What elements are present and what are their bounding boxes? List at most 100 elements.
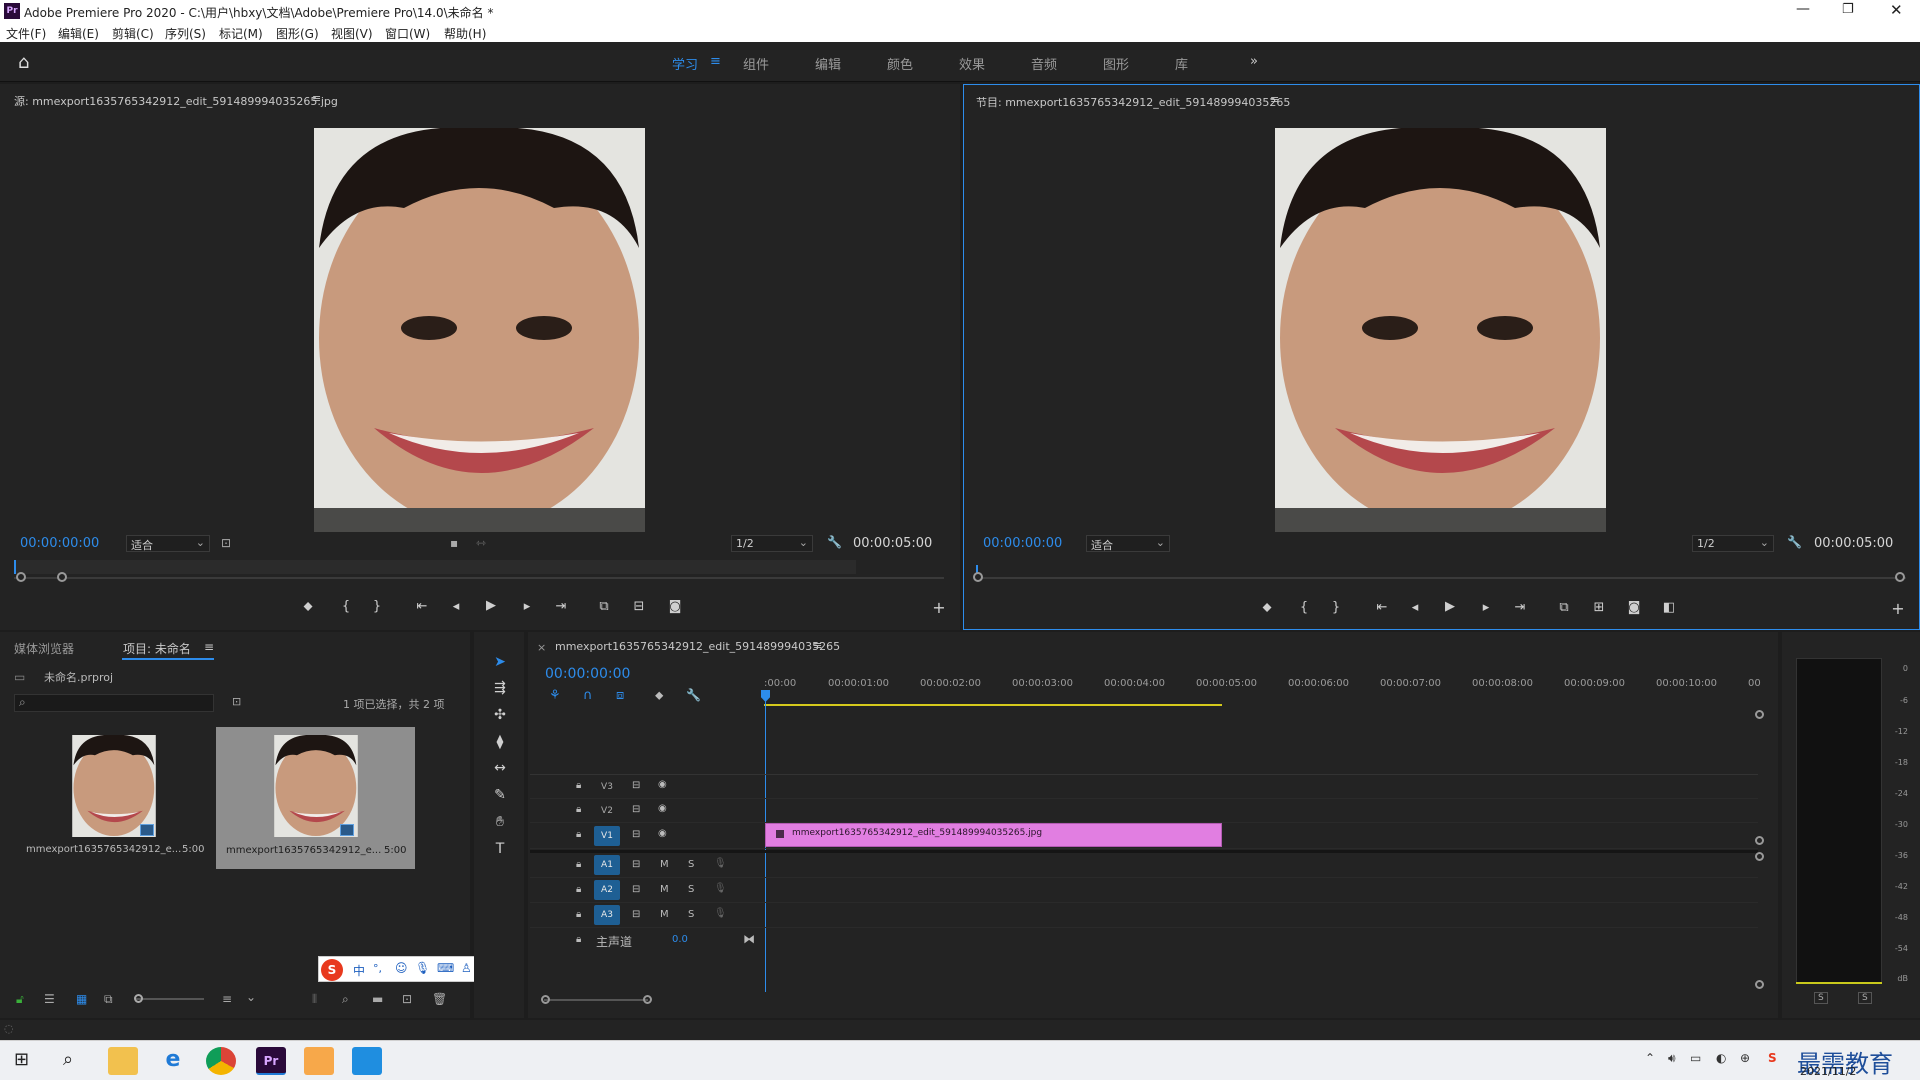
- more-workspaces-icon[interactable]: »: [1250, 54, 1258, 69]
- tab-project[interactable]: 项目: 未命名: [123, 640, 191, 657]
- mute-button[interactable]: M: [660, 909, 669, 920]
- new-bin-from-search-icon[interactable]: ⊡: [232, 695, 241, 708]
- wrench-icon[interactable]: 🔧: [827, 535, 842, 549]
- minimize-button[interactable]: —: [1796, 1, 1810, 17]
- chevron-down-icon[interactable]: ⌄: [246, 990, 256, 1004]
- menu-clip[interactable]: 剪辑(C): [112, 25, 154, 42]
- sort-icon[interactable]: ≡: [222, 992, 232, 1006]
- ripple-edit-tool-icon[interactable]: ✣: [491, 707, 509, 725]
- tray-app-icon[interactable]: ◐: [1716, 1051, 1726, 1065]
- marker-flag-icon[interactable]: ▪: [450, 536, 458, 550]
- icon-view-icon[interactable]: ▦: [76, 992, 87, 1006]
- add-marker-icon[interactable]: ⬥: [655, 688, 663, 703]
- nest-icon[interactable]: ⚘: [549, 688, 561, 703]
- workspace-tab-effects[interactable]: 效果: [959, 54, 985, 73]
- export-frame-icon[interactable]: ◙: [665, 599, 685, 614]
- close-sequence-icon[interactable]: ×: [537, 641, 546, 654]
- solo-button[interactable]: S: [1858, 992, 1872, 1004]
- mark-out-icon[interactable]: }: [367, 599, 387, 614]
- project-item-selected[interactable]: mmexport1635765342912_e... 5:00: [216, 727, 415, 869]
- project-item[interactable]: mmexport1635765342912_e... 5:00: [16, 728, 212, 868]
- h-scroll-handle-right[interactable]: [643, 995, 652, 1004]
- play-icon[interactable]: ▶: [1440, 599, 1460, 614]
- lock-icon[interactable]: 🔒︎: [576, 859, 581, 870]
- app-taskbar-icon[interactable]: [304, 1047, 334, 1075]
- premiere-taskbar-icon[interactable]: Pr: [256, 1047, 286, 1075]
- project-search-input[interactable]: ⌕: [14, 694, 214, 712]
- zoom-handle-right[interactable]: [1895, 572, 1905, 582]
- track-a1[interactable]: 🔒︎ A1 ⊟ M S 🎙︎: [530, 853, 1758, 878]
- audio-meter-bars[interactable]: [1796, 658, 1882, 984]
- edge-browser-icon[interactable]: e: [158, 1047, 188, 1075]
- volume-icon[interactable]: 🔊︎: [1668, 1051, 1676, 1066]
- drag-handle-icon[interactable]: ⇿: [476, 536, 486, 550]
- sync-lock-icon[interactable]: ⊟: [632, 829, 640, 840]
- sync-lock-icon[interactable]: ⊟: [632, 909, 640, 920]
- automate-sequence-icon[interactable]: ⫴: [312, 992, 317, 1007]
- mark-out-icon[interactable]: }: [1326, 600, 1346, 615]
- master-track[interactable]: 🔒︎ 主声道 0.0 ⧓: [530, 928, 1758, 952]
- track-label-v2[interactable]: V2: [594, 801, 620, 821]
- menu-graphics[interactable]: 图形(G): [276, 25, 319, 42]
- hand-tool-icon[interactable]: ✋︎: [491, 814, 509, 832]
- sync-lock-icon[interactable]: ⊟: [632, 804, 640, 815]
- wrench-icon[interactable]: 🔧: [1787, 535, 1802, 549]
- track-label-a2[interactable]: A2: [594, 880, 620, 900]
- microphone-icon[interactable]: 🎙︎: [714, 883, 727, 894]
- eye-icon[interactable]: ◉: [658, 779, 667, 790]
- source-playhead[interactable]: [14, 560, 16, 574]
- eye-icon[interactable]: ◉: [658, 828, 667, 839]
- lock-icon[interactable]: 🔒︎: [576, 804, 581, 815]
- app-taskbar-icon[interactable]: [352, 1047, 382, 1075]
- add-button-icon[interactable]: +: [1888, 599, 1908, 618]
- sync-lock-icon[interactable]: ⊟: [632, 780, 640, 791]
- menu-help[interactable]: 帮助(H): [444, 25, 486, 42]
- insert-icon[interactable]: ⧉: [594, 599, 614, 614]
- find-icon[interactable]: ⌕: [342, 992, 349, 1007]
- windows-start-icon[interactable]: ⊞: [14, 1049, 29, 1070]
- program-fit-dropdown[interactable]: 适合 ⌄: [1086, 535, 1170, 552]
- workspace-tab-editing[interactable]: 编辑: [815, 54, 841, 73]
- home-icon[interactable]: ⌂: [18, 52, 29, 73]
- lock-icon[interactable]: 🔒︎: [576, 780, 581, 791]
- tray-chevron-up-icon[interactable]: ⌃: [1645, 1051, 1655, 1065]
- freeform-view-icon[interactable]: ⧉: [104, 992, 113, 1007]
- workspace-tab-assembly[interactable]: 组件: [743, 54, 769, 73]
- lift-icon[interactable]: ⧉: [1554, 600, 1574, 615]
- track-v2[interactable]: 🔒︎ V2 ⊟ ◉: [530, 799, 1758, 823]
- workspace-tab-libraries[interactable]: 库: [1175, 54, 1188, 73]
- search-icon[interactable]: ⌕: [63, 1049, 73, 1070]
- user-icon[interactable]: ♙: [461, 961, 472, 975]
- go-to-out-icon[interactable]: ⇥: [551, 599, 571, 614]
- step-back-icon[interactable]: ◂: [446, 599, 466, 614]
- menu-file[interactable]: 文件(F): [6, 25, 46, 42]
- source-time-ruler[interactable]: [14, 560, 856, 574]
- microphone-icon[interactable]: 🎙︎: [714, 858, 727, 869]
- h-scroll-handle-left[interactable]: [541, 995, 550, 1004]
- zoom-slider[interactable]: [136, 998, 204, 1000]
- new-item-icon[interactable]: ⊡: [402, 992, 412, 1006]
- microphone-icon[interactable]: 🎙︎: [415, 961, 430, 975]
- list-view-icon[interactable]: ☰: [44, 992, 55, 1006]
- panel-menu-icon[interactable]: ≡: [312, 92, 321, 105]
- track-a3[interactable]: 🔒︎ A3 ⊟ M S 🎙︎: [530, 903, 1758, 928]
- lock-icon[interactable]: 🔒︎: [576, 884, 581, 895]
- zoom-handle-left[interactable]: [16, 572, 26, 582]
- menu-edit[interactable]: 编辑(E): [58, 25, 99, 42]
- source-fit-dropdown[interactable]: 适合 ⌄: [126, 535, 210, 552]
- wrench-icon[interactable]: 🔧: [686, 688, 701, 702]
- v-scroll-handle-bottom[interactable]: [1755, 980, 1764, 989]
- new-bin-icon[interactable]: ▬: [372, 992, 383, 1006]
- menu-window[interactable]: 窗口(W): [385, 25, 430, 42]
- work-area-bar[interactable]: [764, 704, 1222, 706]
- program-zoom-bar[interactable]: [976, 577, 1906, 579]
- step-back-icon[interactable]: ◂: [1405, 600, 1425, 615]
- sequence-tab[interactable]: mmexport1635765342912_edit_5914899940352…: [555, 640, 840, 653]
- safe-margins-icon[interactable]: ⊡: [221, 536, 231, 550]
- program-resolution-dropdown[interactable]: 1/2 ⌄: [1692, 535, 1774, 552]
- trash-icon[interactable]: 🗑︎: [432, 992, 447, 1006]
- go-to-in-icon[interactable]: ⇤: [1372, 600, 1392, 615]
- menu-sequence[interactable]: 序列(S): [165, 25, 206, 42]
- microphone-icon[interactable]: 🎙︎: [714, 908, 727, 919]
- close-button[interactable]: ✕: [1890, 1, 1903, 19]
